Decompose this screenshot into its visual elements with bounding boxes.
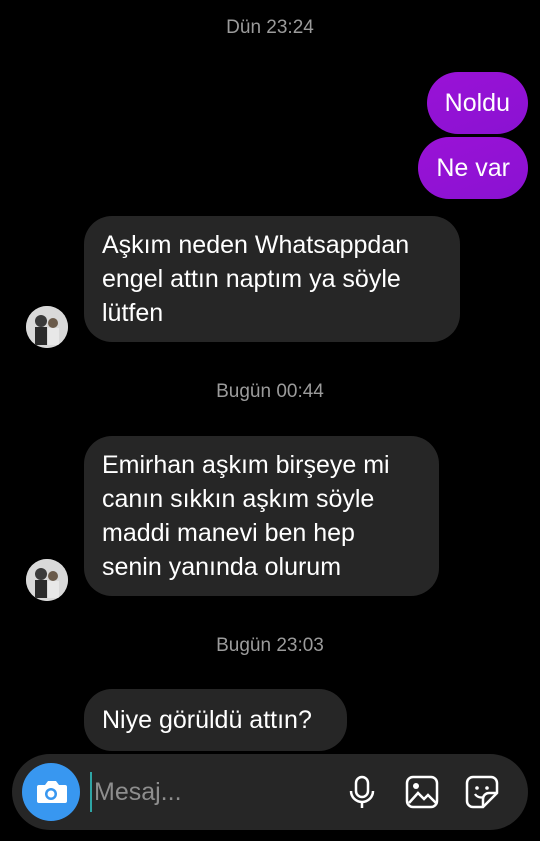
camera-button[interactable] — [22, 763, 80, 821]
timestamp: Bugün 23:03 — [216, 635, 324, 656]
contact-avatar[interactable] — [26, 559, 68, 601]
timestamp: Bugün 00:44 — [216, 381, 324, 402]
message-input[interactable] — [90, 772, 324, 812]
timestamp: Dün 23:24 — [226, 17, 314, 38]
incoming-message[interactable]: Emirhan aşkım birşeye mi canın sıkkın aş… — [84, 436, 439, 596]
gallery-button[interactable] — [402, 772, 442, 812]
avatar-image — [26, 559, 68, 601]
microphone-icon — [349, 775, 375, 808]
camera-icon — [37, 781, 67, 803]
avatar-image — [26, 306, 68, 348]
voice-message-button[interactable] — [342, 772, 382, 812]
sticker-icon — [465, 775, 499, 809]
incoming-message[interactable]: Aşkım neden Whatsappdan engel attın napt… — [84, 216, 460, 342]
outgoing-message[interactable]: Noldu — [426, 72, 528, 134]
sticker-button[interactable] — [462, 772, 502, 812]
contact-avatar[interactable] — [26, 306, 68, 348]
message-composer — [12, 754, 528, 830]
incoming-message[interactable]: Niye görüldü attın? — [84, 689, 347, 751]
gallery-icon — [405, 775, 439, 809]
outgoing-message[interactable]: Ne var — [418, 137, 528, 199]
